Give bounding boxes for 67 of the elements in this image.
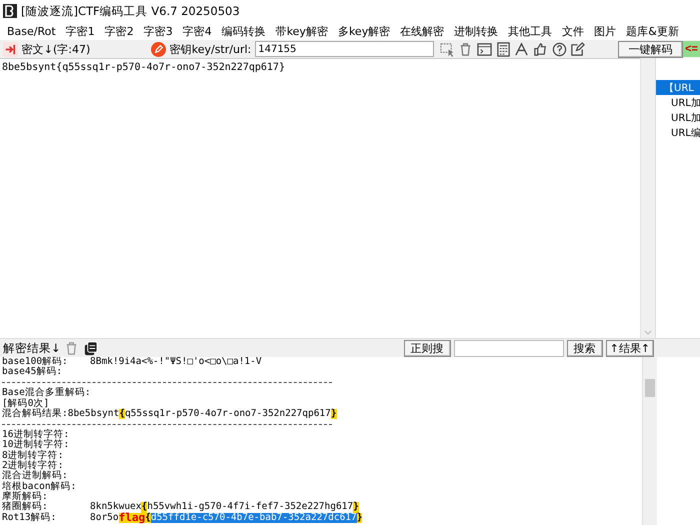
list-item[interactable]: URL加 (656, 95, 700, 110)
result-label: 2进制转字符: (2, 460, 64, 471)
result-label: 混合解码结果: (2, 408, 68, 420)
result-text: 8or5o (90, 512, 119, 524)
result-text: 8kn5kwuex (90, 502, 142, 512)
result-text: d55ffd1e-c570-4b7e-bab7-352a227dc617 (150, 512, 357, 524)
result-text: 8be5bsynt (68, 408, 120, 420)
result-text: h55vwh1i-g570-4f7i-fef7-352e227hg617 (147, 502, 354, 512)
result-text: q55ssq1r-p570-4o7r-ono7-352n227qp617 (124, 408, 331, 420)
copy-icon[interactable] (82, 340, 98, 356)
font-icon[interactable] (514, 42, 530, 56)
key-field[interactable]: 147155 (255, 41, 434, 57)
menu-item[interactable]: 图片 (590, 24, 622, 38)
result-text: { (141, 502, 148, 513)
list-item[interactable]: URL编 (656, 125, 700, 140)
menu-item[interactable]: 字密2 (100, 24, 140, 38)
menu-item[interactable]: 字密1 (62, 24, 101, 38)
calculator-icon[interactable] (496, 42, 511, 56)
list-item[interactable]: 【URL (656, 80, 700, 95)
result-label: base45解码: (2, 367, 62, 378)
result-label: 10进制转字符: (2, 440, 70, 450)
search-button[interactable]: 搜索 (566, 340, 603, 356)
result-text: } (353, 502, 359, 513)
scrollbar[interactable] (642, 357, 657, 525)
pencil-icon[interactable] (150, 42, 166, 56)
result-text: { (145, 512, 151, 524)
decode-button[interactable]: 一键解码 (618, 40, 684, 58)
result-label: [解码0次] (2, 398, 50, 409)
result-label: Rot13解码: (2, 512, 58, 524)
menu-item[interactable]: 带key解密 (272, 24, 334, 38)
up-results-button[interactable]: ↑结果↑ (606, 340, 654, 356)
swap-button[interactable]: <= (683, 41, 700, 57)
search-field[interactable] (454, 340, 564, 356)
edit-icon[interactable] (570, 42, 586, 56)
menu-item[interactable]: 字密3 (140, 24, 179, 38)
result-text: 8Bmk!9i4a<%-!"ΨS!□'o<□o\□a!1-V (90, 357, 262, 368)
window-title: [随波逐流]CTF编码工具 V6.7 20250503 (21, 4, 240, 18)
result-label: 16进制转字符: (2, 430, 70, 440)
key-label: 密钥key/str/url: (170, 42, 252, 56)
result-label: 混合进制解码: (2, 471, 68, 482)
menu-item[interactable]: 进制转换 (450, 24, 504, 38)
regex-search-button[interactable]: 正则搜 (404, 340, 451, 356)
cursor-select-icon[interactable] (440, 42, 455, 56)
menu-item[interactable]: 多key解密 (334, 24, 396, 38)
list-item[interactable]: URL加 (656, 110, 700, 125)
result-text: { (119, 408, 125, 420)
terminal-icon[interactable] (477, 42, 492, 56)
menu-item[interactable]: 题库&更新 (622, 24, 685, 38)
result-text: } (356, 512, 362, 524)
result-label: 猪圈解码: (2, 502, 49, 512)
menu-item[interactable]: 其他工具 (504, 24, 558, 38)
cipher-label: 密文↓(字:47) (22, 42, 90, 56)
result-label: Base混合多重解码: (2, 388, 91, 398)
menu-item[interactable]: Base/Rot (3, 24, 62, 38)
menu-item[interactable]: 文件 (558, 24, 590, 38)
flag-keyword: flag (118, 512, 146, 524)
thumbs-up-icon[interactable] (533, 42, 548, 56)
menu-item[interactable]: 在线解密 (396, 24, 450, 38)
result-label: 培根bacon解码: (2, 482, 76, 492)
results-title: 解密结果↓ (3, 340, 61, 356)
result-text: } (330, 408, 337, 420)
menu-item[interactable]: 字密4 (178, 24, 218, 38)
result-label: 8进制转字符: (2, 450, 64, 461)
help-icon[interactable] (552, 42, 567, 56)
result-label: 摩斯解码: (2, 492, 48, 502)
cipher-input[interactable]: 8be5bsynt{q55ssq1r-p570-4o7r-ono7-352n227qp617} (0, 58, 640, 338)
menu-item[interactable]: 编码转换 (218, 24, 272, 38)
